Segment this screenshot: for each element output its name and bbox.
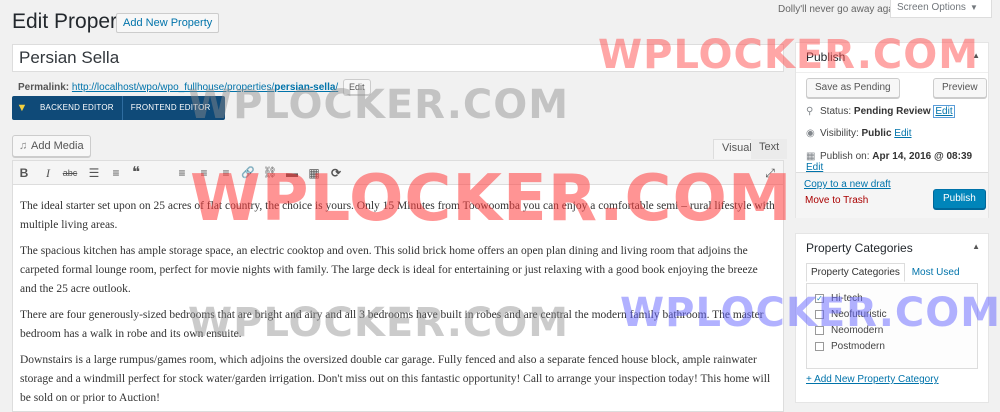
frontend-editor-button[interactable]: FRONTEND EDITOR	[123, 96, 219, 120]
blockquote-icon[interactable]: ❝	[127, 164, 145, 182]
pin-icon: ⚲	[806, 106, 814, 117]
italic-icon[interactable]: I	[39, 164, 57, 182]
category-checkbox[interactable]	[815, 309, 824, 319]
numbered-list-icon[interactable]: ≡	[107, 164, 125, 182]
category-checklist: ✓ Hi-tech Neofuturistic Neomodern Postmod…	[806, 283, 978, 369]
backend-editor-button[interactable]: BACKEND EDITOR	[32, 96, 122, 120]
content-paragraph: The spacious kitchen has ample storage s…	[20, 245, 758, 295]
status-value: Pending Review	[853, 106, 931, 117]
bulleted-list-icon[interactable]: ☰	[85, 164, 103, 182]
add-new-category-link[interactable]: + Add New Property Category	[806, 374, 939, 385]
categories-box-header[interactable]: Property Categories ▲	[796, 234, 988, 264]
align-right-icon[interactable]: ≡	[217, 164, 235, 182]
strikethrough-icon[interactable]: abc	[59, 164, 81, 182]
editor-content[interactable]: The ideal starter set upon on 25 acres o…	[13, 185, 783, 408]
category-label: Neomodern	[831, 324, 884, 336]
category-tabs: Property Categories Most Used	[806, 263, 964, 282]
add-media-label: Add Media	[31, 140, 84, 152]
dolly-quote: Dolly'll never go away again	[778, 4, 902, 15]
copy-draft-link[interactable]: Copy to a new draft	[804, 179, 891, 190]
toolbar-toggle-icon[interactable]: ▦	[305, 164, 323, 182]
post-title-input[interactable]: Persian Sella	[12, 44, 784, 72]
collapse-arrow-icon[interactable]: ▲	[972, 242, 980, 251]
eye-icon: ◉	[806, 128, 815, 139]
content-paragraph: There are four generously-sized bedrooms…	[20, 309, 764, 340]
shortcode-icon[interactable]: ⟳	[327, 164, 345, 182]
screen-options-button[interactable]: Screen Options ▼	[890, 0, 992, 18]
publish-button[interactable]: Publish	[933, 189, 986, 209]
tab-most-used[interactable]: Most Used	[908, 264, 964, 281]
visual-composer-bar: ▼ BACKEND EDITOR FRONTEND EDITOR	[12, 96, 225, 120]
screen-options-label: Screen Options	[897, 2, 966, 13]
category-checkbox[interactable]: ✓	[815, 293, 824, 303]
insert-link-icon[interactable]: 🔗	[239, 164, 257, 182]
visibility-label: Visibility:	[820, 128, 859, 139]
status-row: ⚲ Status: Pending Review Edit	[806, 105, 955, 118]
add-new-property-button[interactable]: Add New Property	[116, 13, 220, 33]
visual-composer-logo-icon: ▼	[16, 102, 28, 114]
permalink-base: http://localhost/wpo/wpo_fullhouse/prope…	[71, 82, 275, 93]
caret-down-icon: ▼	[969, 3, 978, 12]
editor-toolbar: B I abc ☰ ≡ ❝ ≡ ≡ ≡ 🔗 ⛓ ▬ ▦ ⟳ ⤢	[13, 161, 783, 185]
preview-button[interactable]: Preview	[933, 78, 987, 98]
content-editor[interactable]: B I abc ☰ ≡ ❝ ≡ ≡ ≡ 🔗 ⛓ ▬ ▦ ⟳ ⤢ The idea…	[12, 160, 784, 412]
category-item[interactable]: Neomodern	[815, 322, 977, 338]
category-item[interactable]: Postmodern	[815, 338, 977, 354]
remove-link-icon[interactable]: ⛓	[261, 164, 279, 182]
visibility-row: ◉ Visibility: Public Edit	[806, 128, 912, 139]
collapse-arrow-icon[interactable]: ▲	[972, 51, 980, 60]
publish-box-header[interactable]: Publish ▲	[796, 43, 988, 73]
publish-box-title: Publish	[806, 50, 846, 64]
category-label: Neofuturistic	[831, 308, 887, 320]
category-checkbox[interactable]	[815, 341, 824, 351]
read-more-icon[interactable]: ▬	[283, 164, 301, 182]
permalink-trail: /	[335, 82, 339, 93]
publish-actions: Copy to a new draft Move to Trash Publis…	[796, 172, 988, 218]
visibility-value: Public	[861, 128, 892, 139]
move-to-trash-link[interactable]: Move to Trash	[805, 195, 868, 206]
permalink-label: Permalink:	[18, 82, 70, 93]
save-pending-button[interactable]: Save as Pending	[806, 78, 900, 98]
permalink-row: Permalink: http://localhost/wpo/wpo_full…	[18, 79, 371, 95]
content-paragraph: Downstairs is a large rumpus/games room,…	[20, 354, 771, 404]
category-checkbox[interactable]	[815, 325, 824, 335]
permalink-edit-button[interactable]: Edit	[342, 79, 371, 95]
category-item[interactable]: ✓ Hi-tech	[815, 290, 977, 306]
tab-all-categories[interactable]: Property Categories	[806, 263, 905, 282]
status-label: Status:	[820, 106, 852, 117]
publish-date-row: ▦ Publish on: Apr 14, 2016 @ 08:39 Edit	[806, 151, 988, 173]
category-item[interactable]: Neofuturistic	[815, 306, 977, 322]
content-paragraph: The ideal starter set upon on 25 acres o…	[20, 200, 775, 231]
media-icon: ♫	[19, 140, 28, 152]
align-center-icon[interactable]: ≡	[195, 164, 213, 182]
calendar-icon: ▦	[806, 151, 816, 162]
property-categories-box: Property Categories ▲ Property Categorie…	[795, 233, 989, 403]
publish-box: Publish ▲ Save as Pending Preview ⚲ Statu…	[795, 42, 989, 218]
publish-on-value: Apr 14, 2016 @ 08:39	[872, 151, 973, 162]
visibility-edit-link[interactable]: Edit	[894, 128, 911, 139]
bold-icon[interactable]: B	[15, 164, 33, 182]
align-left-icon[interactable]: ≡	[173, 164, 191, 182]
permalink-slug: persian-sella	[274, 82, 336, 93]
fullscreen-icon[interactable]: ⤢	[761, 164, 779, 182]
category-label: Hi-tech	[831, 292, 863, 304]
tab-text[interactable]: Text	[751, 139, 788, 159]
add-media-button[interactable]: ♫ Add Media	[12, 135, 91, 157]
permalink-link[interactable]: http://localhost/wpo/wpo_fullhouse/prope…	[72, 82, 338, 93]
status-edit-link[interactable]: Edit	[933, 105, 955, 118]
category-label: Postmodern	[831, 340, 885, 352]
categories-box-title: Property Categories	[806, 241, 913, 255]
publish-on-label: Publish on:	[820, 151, 870, 162]
